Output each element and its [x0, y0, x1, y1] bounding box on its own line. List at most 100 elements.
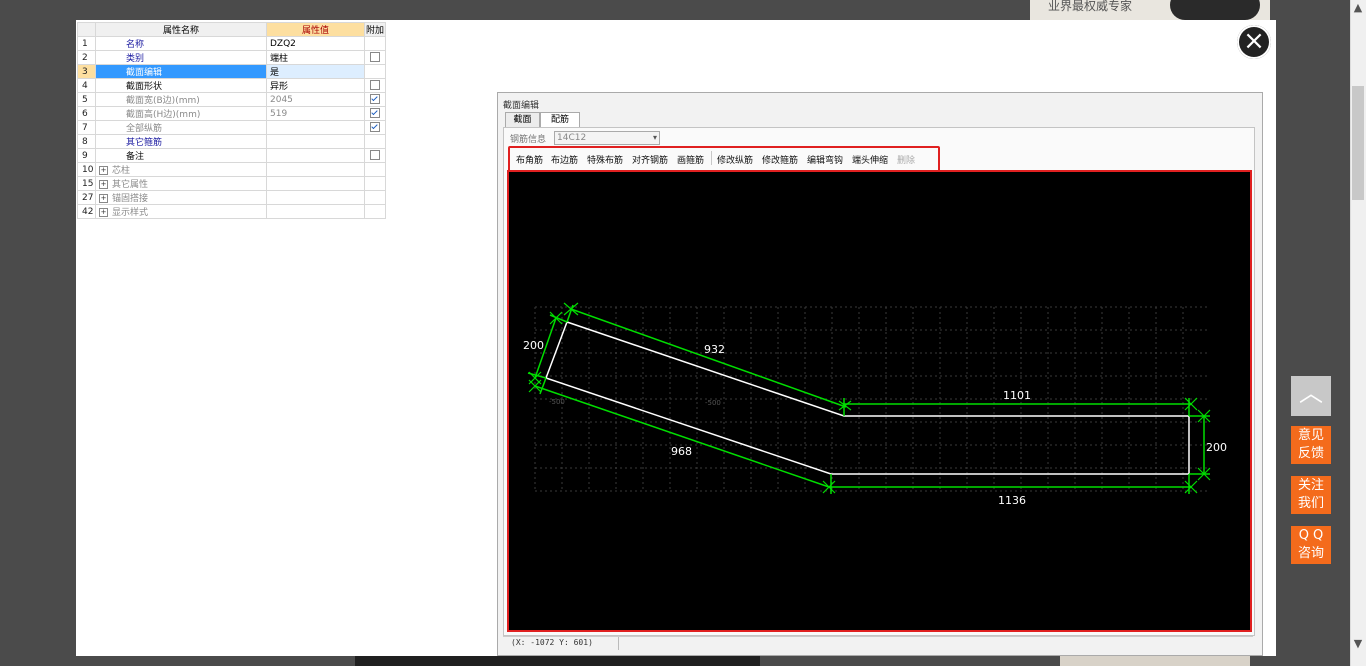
expand-plus-icon[interactable]: +	[99, 194, 108, 203]
scrollbar-thumb[interactable]	[1352, 86, 1364, 200]
extra-checkbox[interactable]	[370, 150, 380, 161]
section-outline	[545, 321, 1190, 475]
extra-checkbox[interactable]	[370, 80, 380, 91]
property-row[interactable]: 10 + 芯柱	[77, 162, 386, 177]
property-value[interactable]	[266, 204, 365, 219]
follow-us-button[interactable]: 关注 我们	[1291, 476, 1331, 514]
tab-section[interactable]: 截面	[505, 112, 540, 128]
place-edge-rebar-button[interactable]: 布边筋	[551, 153, 578, 166]
property-row[interactable]: 3 截面编辑是	[77, 64, 386, 79]
background-avatar-image	[1170, 0, 1260, 20]
property-value[interactable]: 是	[266, 64, 365, 79]
property-group-name: + 显示样式	[95, 204, 267, 219]
statusbar-divider	[618, 637, 619, 650]
extra-checkbox[interactable]	[370, 94, 380, 105]
header-num	[77, 22, 96, 37]
property-name: 名称	[95, 36, 267, 51]
close-lightbox-icon[interactable]: ×	[1237, 25, 1271, 59]
property-value[interactable]	[266, 134, 365, 149]
property-row[interactable]: 4 截面形状 异形	[77, 78, 386, 93]
rebar-info-select[interactable]: 14C12	[554, 131, 660, 145]
back-to-top-button[interactable]: ︿	[1291, 376, 1331, 416]
scroll-up-arrow-icon[interactable]: ▲	[1350, 0, 1366, 16]
property-value[interactable]: 519	[266, 106, 365, 121]
property-value[interactable]: 端柱	[266, 50, 365, 65]
section-drawing-svg: 932 200 968 1101 200 1136 -500 -500	[523, 302, 1227, 507]
special-rebar-button[interactable]: 特殊布筋	[587, 153, 623, 166]
property-value[interactable]: 异形	[266, 78, 365, 93]
property-extra-cell	[364, 176, 386, 191]
edit-longitudinal-rebar-button[interactable]: 修改纵筋	[717, 153, 753, 166]
property-row[interactable]: 8 其它箍筋	[77, 134, 386, 149]
property-group-name: + 其它属性	[95, 176, 267, 191]
property-name: 其它箍筋	[95, 134, 267, 149]
property-row[interactable]: 15 + 其它属性	[77, 176, 386, 191]
property-extra-cell	[364, 190, 386, 205]
property-value[interactable]	[266, 162, 365, 177]
follow-label-line1: 关注	[1297, 478, 1324, 493]
edit-hook-button[interactable]: 编辑弯钩	[807, 153, 843, 166]
extra-checkbox[interactable]	[370, 108, 380, 119]
property-group-label: 其它属性	[112, 180, 149, 190]
feedback-label-line2: 反馈	[1297, 446, 1324, 461]
row-number: 6	[77, 106, 96, 121]
background-strip	[355, 655, 760, 666]
background-strip-right	[1060, 655, 1250, 666]
property-extra-cell	[364, 106, 386, 121]
dialog-statusbar	[503, 636, 1253, 652]
property-value[interactable]: 2045	[266, 92, 365, 107]
property-row[interactable]: 42 + 显示样式	[77, 204, 386, 219]
header-extra: 附加	[364, 22, 386, 37]
property-value[interactable]	[266, 176, 365, 191]
property-value[interactable]	[266, 148, 365, 163]
dimension-tick-marks	[528, 302, 1211, 494]
property-extra-cell	[364, 162, 386, 177]
row-number: 27	[77, 190, 96, 205]
align-rebar-button[interactable]: 对齐钢筋	[632, 153, 668, 166]
property-row[interactable]: 2 类别 端柱	[77, 50, 386, 65]
tab-rebar[interactable]: 配筋	[540, 112, 580, 128]
axis-label-mid: -500	[705, 399, 721, 407]
property-row[interactable]: 5 截面宽(B边)(mm) 2045	[77, 92, 386, 107]
draw-stirrup-button[interactable]: 画箍筋	[677, 153, 704, 166]
edit-stirrup-button[interactable]: 修改箍筋	[762, 153, 798, 166]
extra-checkbox[interactable]	[370, 122, 380, 133]
feedback-button[interactable]: 意见 反馈	[1291, 426, 1331, 464]
row-number: 8	[77, 134, 96, 149]
property-extra-cell	[364, 148, 386, 163]
chevron-up-icon: ︿	[1299, 379, 1323, 407]
row-number: 7	[77, 120, 96, 135]
property-row[interactable]: 1 名称 DZQ2	[77, 36, 386, 51]
end-extend-button[interactable]: 端头伸缩	[852, 153, 888, 166]
property-name: 截面高(H边)(mm)	[95, 106, 267, 121]
property-value[interactable]	[266, 190, 365, 205]
property-table: 属性名称 属性值 附加 1 名称 DZQ2 2 类别 端柱 3 截面编辑是 4 截面形状 异形 5 截面…	[77, 22, 386, 219]
property-name: 类别	[95, 50, 267, 65]
cursor-coordinate-readout: (X: -1072 Y: 601)	[511, 638, 593, 647]
property-row[interactable]: 7 全部纵筋	[77, 120, 386, 135]
toolbar-separator	[711, 151, 712, 165]
expand-plus-icon[interactable]: +	[99, 208, 108, 217]
place-corner-rebar-button[interactable]: 布角筋	[516, 153, 543, 166]
rebar-info-label: 钢筋信息	[510, 135, 547, 145]
delete-button[interactable]: 删除	[897, 153, 915, 166]
property-group-label: 锚固搭接	[112, 194, 149, 204]
expand-plus-icon[interactable]: +	[99, 166, 108, 175]
property-extra-cell	[364, 36, 386, 51]
property-row[interactable]: 9 备注	[77, 148, 386, 163]
property-value[interactable]: DZQ2	[266, 36, 365, 51]
property-row[interactable]: 27 + 锚固搭接	[77, 190, 386, 205]
grid-lines	[534, 306, 1209, 492]
extra-checkbox[interactable]	[370, 52, 380, 63]
property-name: 截面编辑	[95, 64, 267, 79]
expand-plus-icon[interactable]: +	[99, 180, 108, 189]
property-value[interactable]	[266, 120, 365, 135]
scroll-down-arrow-icon[interactable]: ▼	[1350, 636, 1366, 652]
background-text: 业界最权威专家	[1048, 0, 1133, 13]
section-drawing-canvas[interactable]: 932 200 968 1101 200 1136 -500 -500	[507, 170, 1252, 632]
qq-consult-button[interactable]: Q Q 咨询	[1291, 526, 1331, 564]
property-row[interactable]: 6 截面高(H边)(mm) 519	[77, 106, 386, 121]
property-group-name: + 芯柱	[95, 162, 267, 177]
follow-label-line2: 我们	[1297, 496, 1324, 511]
property-extra-cell	[364, 78, 386, 93]
